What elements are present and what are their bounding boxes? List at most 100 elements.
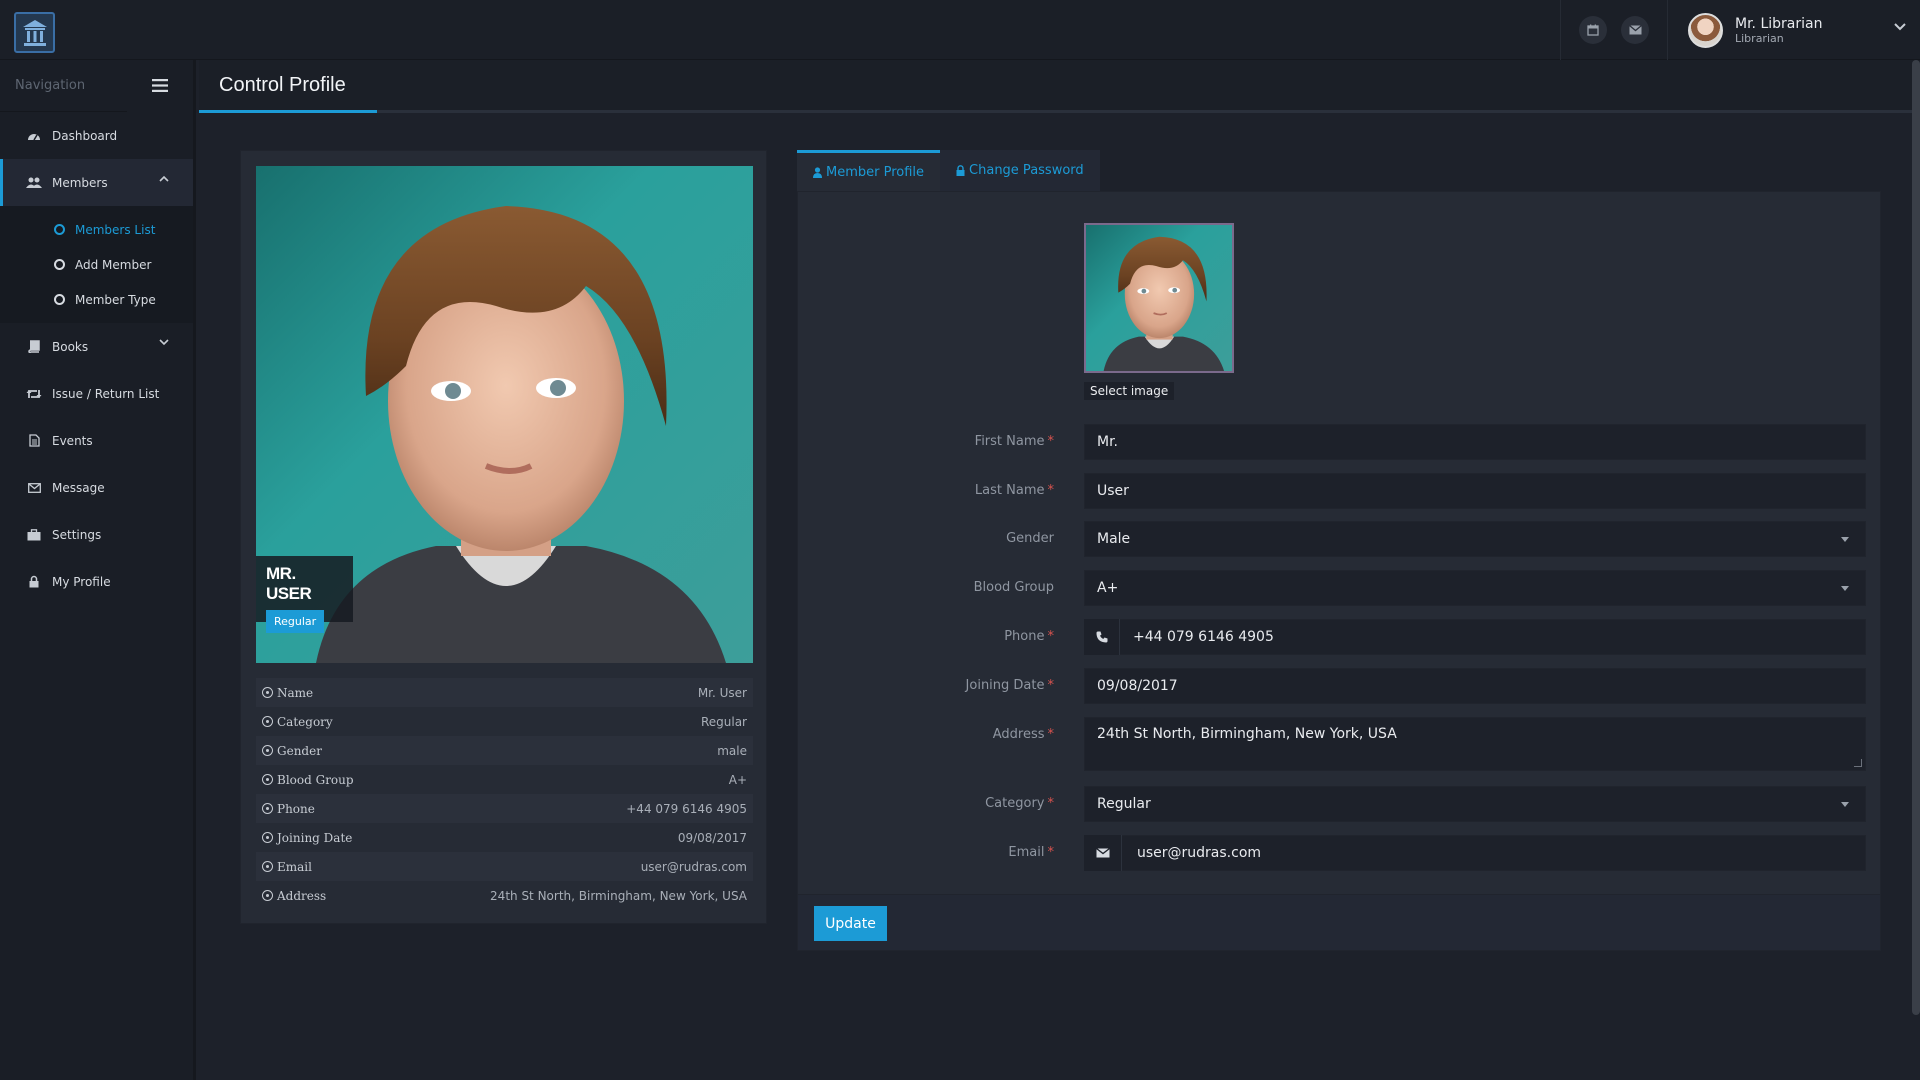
dashboard-icon	[26, 128, 42, 144]
first-name-input[interactable]: Mr.	[1084, 424, 1866, 460]
retweet-icon	[26, 386, 42, 402]
field-label-text: Blood Group	[973, 580, 1054, 595]
info-label: Email	[277, 859, 312, 874]
user-role: Librarian	[1735, 31, 1784, 45]
gender-select[interactable]: Male	[1084, 521, 1866, 557]
envelope-icon	[26, 480, 42, 496]
dot-circle-icon	[262, 803, 273, 814]
sidebar-subitem-members-list[interactable]: Members List	[0, 212, 193, 247]
member-name: MR. USER	[266, 564, 312, 603]
tab-change-password[interactable]: Change Password	[940, 150, 1100, 191]
sidebar-item-events[interactable]: Events	[0, 417, 193, 464]
category-select[interactable]: Regular	[1084, 786, 1866, 822]
tab-member-profile[interactable]: Member Profile	[797, 150, 941, 191]
email-input[interactable]: user@rudras.com	[1084, 835, 1866, 871]
phone-row: Phone * +44 079 6146 4905	[798, 619, 1882, 655]
sidebar-subitem-label: Member Type	[75, 292, 156, 307]
sidebar-item-label: Events	[52, 433, 93, 448]
sidebar-item-label: Members	[52, 175, 108, 190]
envelope-icon	[1628, 25, 1642, 35]
last-name-input[interactable]: User	[1084, 473, 1866, 509]
email-label: Email *	[1008, 845, 1054, 860]
resize-handle-icon[interactable]	[1854, 759, 1862, 767]
dot-circle-icon	[262, 890, 273, 901]
category-selected-value: Regular	[1097, 796, 1151, 812]
info-label: Name	[277, 685, 314, 700]
sidebar-item-books[interactable]: Books	[0, 323, 193, 370]
field-label-text: Phone	[1004, 629, 1045, 644]
sidebar-item-label: Dashboard	[52, 128, 118, 143]
briefcase-icon	[26, 527, 42, 543]
sidebar-subitem-label: Members List	[75, 222, 156, 237]
info-label: Joining Date	[277, 830, 353, 845]
profile-card: MR. USER Regular Name Mr. User Category …	[240, 150, 767, 924]
sidebar-subitem-add-member[interactable]: Add Member	[0, 247, 193, 282]
gender-label: Gender	[798, 521, 1054, 557]
category-label: Category *	[985, 796, 1054, 811]
blood-group-row: Blood Group A+	[798, 570, 1882, 606]
info-label: Address	[277, 888, 327, 903]
sidebar-item-my-profile[interactable]: My Profile	[0, 558, 193, 605]
info-value: Regular	[700, 714, 747, 729]
page-scrollbar[interactable]	[1912, 60, 1920, 1015]
info-row-phone: Phone +44 079 6146 4905	[256, 794, 753, 823]
chevron-down-icon	[159, 339, 169, 346]
library-logo-icon[interactable]	[14, 12, 55, 53]
info-row-blood-group: Blood Group A+	[256, 765, 753, 794]
profile-image-preview[interactable]	[1084, 223, 1234, 373]
blood-group-selected-value: A+	[1097, 580, 1119, 596]
topbar: Mr. Librarian Librarian	[0, 0, 1920, 60]
circle-icon	[54, 259, 65, 270]
user-name: Mr. Librarian	[1735, 15, 1823, 32]
calendar-icon	[1587, 24, 1599, 36]
address-textarea[interactable]: 24th St North, Birmingham, New York, USA	[1084, 717, 1866, 771]
caret-down-icon	[1841, 537, 1849, 542]
blood-group-select[interactable]: A+	[1084, 570, 1866, 606]
first-name-row: First Name * Mr.	[798, 424, 1882, 460]
sidebar-item-settings[interactable]: Settings	[0, 511, 193, 558]
phone-input[interactable]: +44 079 6146 4905	[1084, 619, 1866, 655]
info-row-email: Email user@rudras.com	[256, 852, 753, 881]
users-icon	[26, 175, 42, 191]
sidebar-item-dashboard[interactable]: Dashboard	[0, 112, 193, 159]
field-label-text: Email	[1008, 845, 1045, 860]
info-row-address: Address 24th St North, Birmingham, New Y…	[256, 881, 753, 910]
info-label: Blood Group	[277, 772, 354, 787]
field-label-text: First Name	[974, 434, 1045, 449]
last-name-label: Last Name *	[974, 483, 1054, 498]
address-row: Address * 24th St North, Birmingham, New …	[798, 717, 1882, 771]
select-image-button[interactable]: Select image	[1084, 382, 1175, 400]
circle-icon	[54, 224, 65, 235]
info-value: +44 079 6146 4905	[626, 801, 747, 816]
envelope-icon	[1095, 848, 1110, 858]
sidebar-item-issue-return-list[interactable]: Issue / Return List	[0, 370, 193, 417]
hamburger-menu-button[interactable]	[127, 59, 193, 112]
calendar-button[interactable]	[1579, 16, 1607, 44]
phone-addon	[1084, 619, 1120, 655]
topbar-icon-group	[1560, 0, 1668, 60]
file-icon	[26, 433, 42, 449]
sidebar-item-message[interactable]: Message	[0, 464, 193, 511]
dot-circle-icon	[262, 716, 273, 727]
sidebar-subitem-member-type[interactable]: Member Type	[0, 282, 193, 317]
sidebar-item-label: Books	[52, 339, 89, 354]
user-menu[interactable]: Mr. Librarian Librarian	[1670, 0, 1920, 60]
info-label: Phone	[277, 801, 315, 816]
member-category-badge: Regular	[266, 610, 325, 633]
info-value: A+	[728, 772, 747, 787]
sidebar-item-members[interactable]: Members	[0, 159, 193, 206]
messages-button[interactable]	[1621, 16, 1649, 44]
joining-date-input[interactable]: 09/08/2017	[1084, 668, 1866, 704]
info-value: 09/08/2017	[677, 830, 747, 845]
tab-label: Member Profile	[826, 164, 925, 180]
info-row-gender: Gender male	[256, 736, 753, 765]
joining-date-row: Joining Date * 09/08/2017	[798, 668, 1882, 704]
menu-icon	[152, 79, 168, 92]
update-button[interactable]: Update	[814, 906, 887, 941]
address-text: 24th St North, Birmingham, New York, USA	[1097, 726, 1397, 742]
dot-circle-icon	[262, 745, 273, 756]
joining-date-label: Joining Date *	[965, 678, 1054, 693]
user-icon	[813, 166, 822, 178]
gender-selected-value: Male	[1097, 531, 1131, 547]
dot-circle-icon	[262, 774, 273, 785]
